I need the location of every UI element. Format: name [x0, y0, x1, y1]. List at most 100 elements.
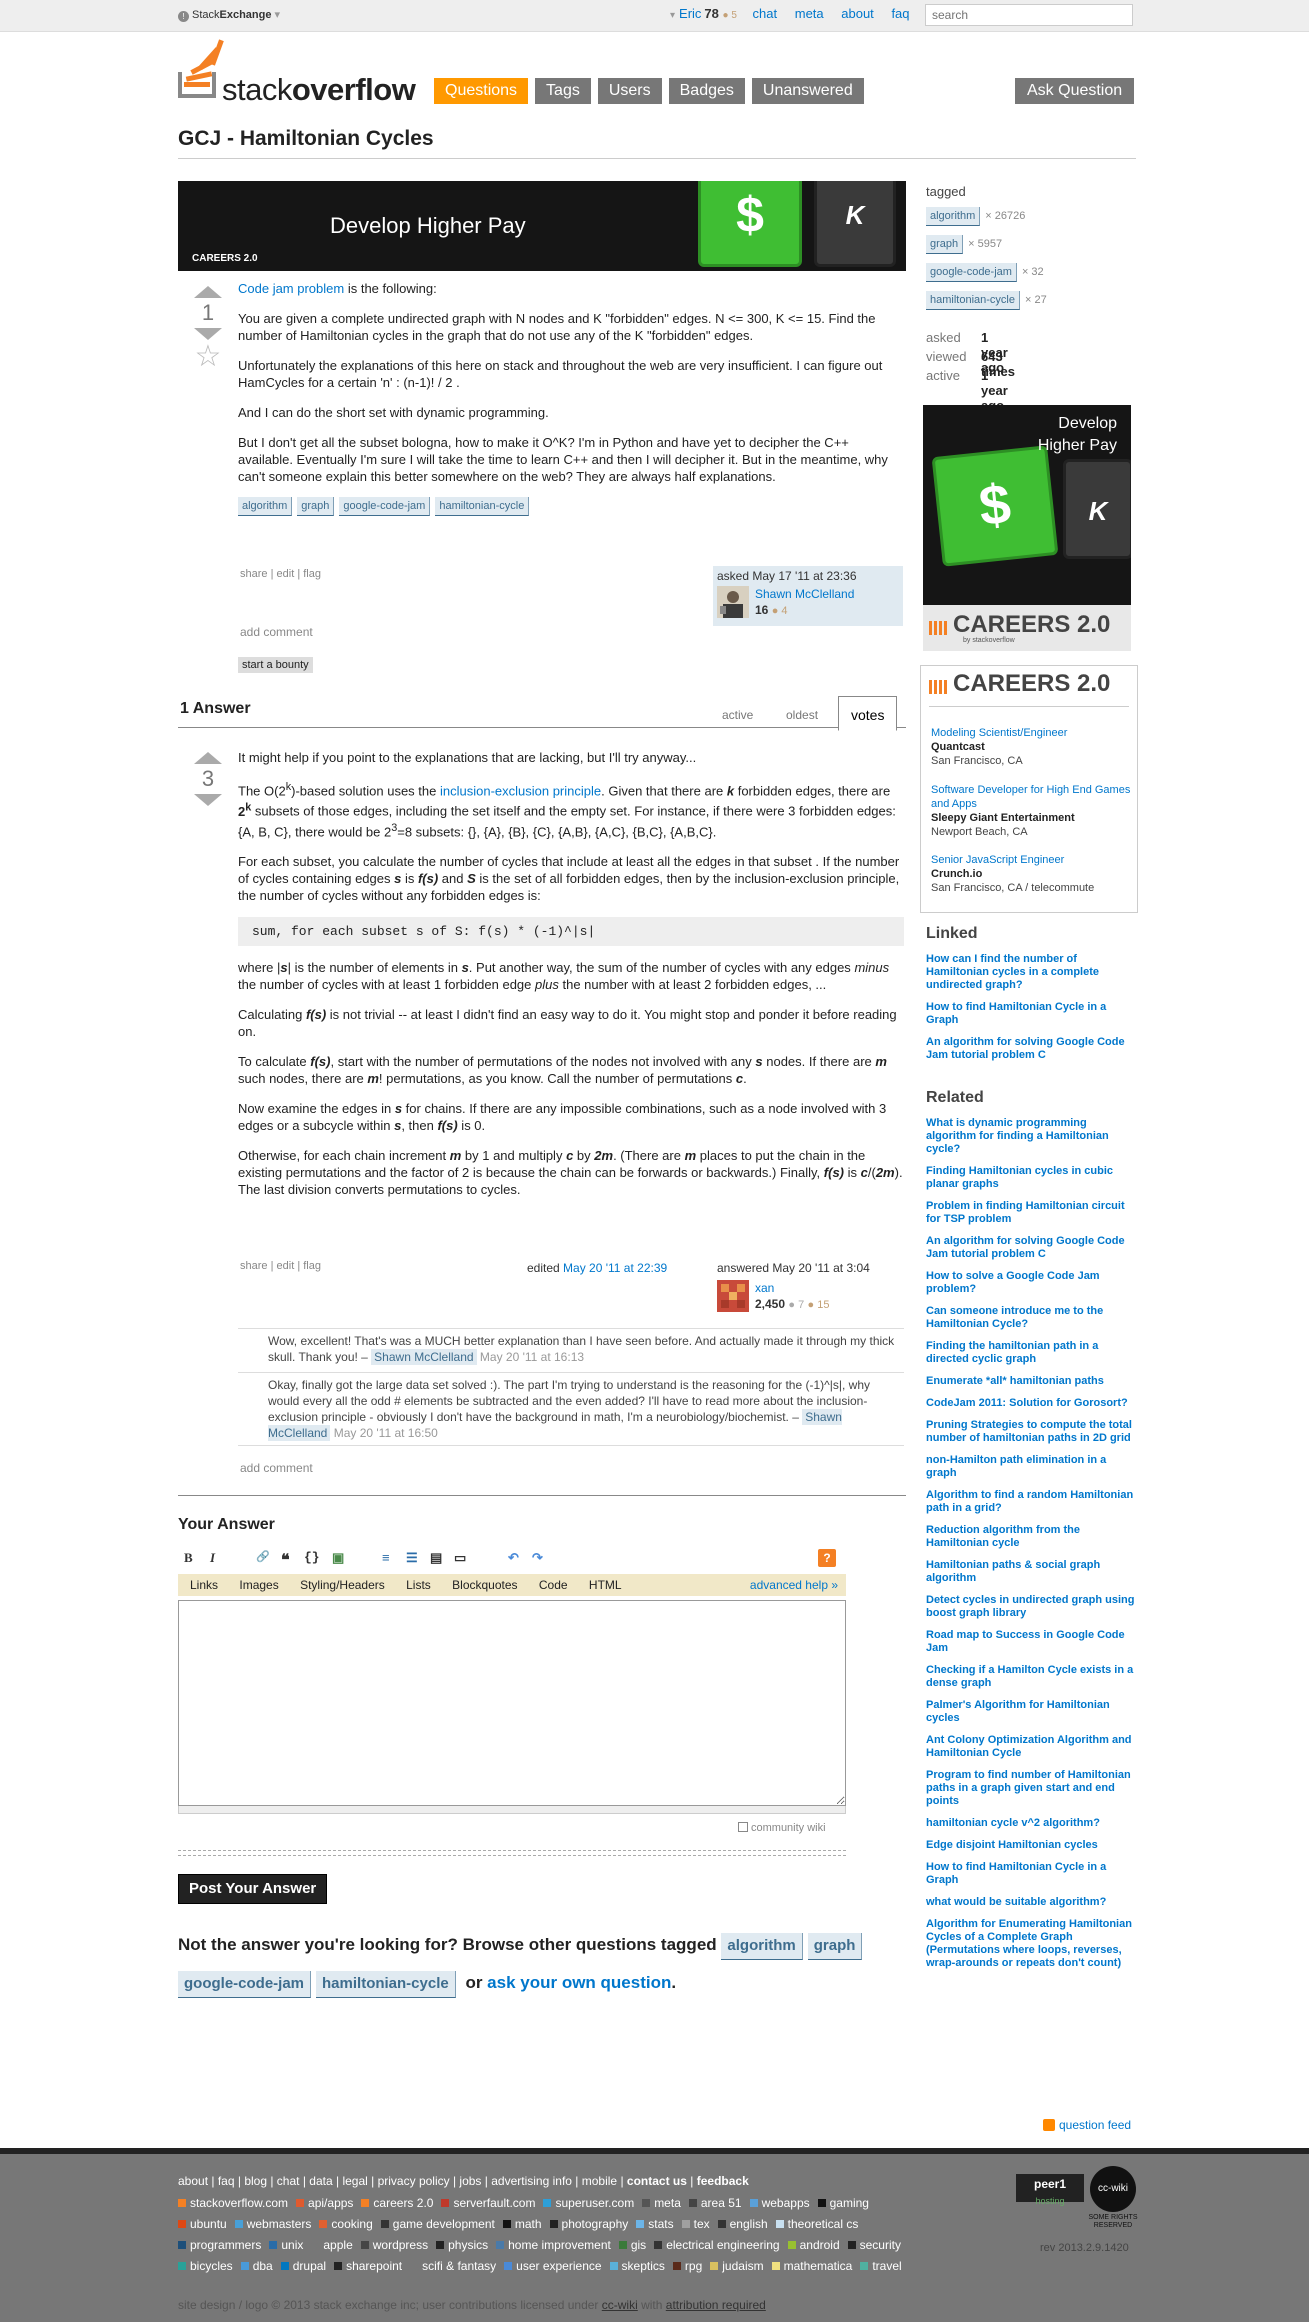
related-question-link[interactable]: How to solve a Google Code Jam problem? — [926, 1270, 1136, 1296]
related-question-link[interactable]: Hamiltonian paths & social graph algorit… — [926, 1559, 1136, 1585]
community-wiki-checkbox[interactable] — [738, 1822, 748, 1832]
footer-link-jobs[interactable]: jobs — [459, 2174, 481, 2188]
related-question-link[interactable]: Program to find number of Hamiltonian pa… — [926, 1769, 1136, 1808]
linked-question-link[interactable]: How can I find the number of Hamiltonian… — [926, 953, 1136, 992]
footer-site-link[interactable]: english — [717, 2217, 768, 2231]
page-title[interactable]: GCJ - Hamiltonian Cycles — [178, 127, 434, 151]
footer-site-link[interactable]: gis — [618, 2238, 646, 2252]
footer-site-link[interactable]: meta — [642, 2196, 681, 2210]
stackexchange-menu[interactable]: ! StackExchange ▾ — [178, 8, 280, 22]
footer-link-legal[interactable]: legal — [342, 2174, 367, 2188]
peer1-hosting-logo[interactable]: peer1 hosting — [1016, 2174, 1084, 2206]
footer-site-link[interactable]: android — [787, 2238, 840, 2252]
footer-site-link[interactable]: physics — [436, 2238, 488, 2252]
related-question-link[interactable]: Algorithm to find a random Hamiltonian p… — [926, 1489, 1136, 1515]
markdown-help-icon[interactable]: ? — [818, 1549, 836, 1567]
tag-google-code-jam[interactable]: google-code-jam — [339, 497, 431, 516]
user-link[interactable]: Eric — [679, 6, 701, 21]
start-bounty-button[interactable]: start a bounty — [238, 657, 313, 673]
related-question-link[interactable]: non-Hamilton path elimination in a graph — [926, 1454, 1136, 1480]
related-question-link[interactable]: Edge disjoint Hamiltonian cycles — [926, 1839, 1136, 1852]
image-icon[interactable]: ▣ — [332, 1550, 344, 1566]
help-blockquotes[interactable]: Blockquotes — [452, 1578, 517, 1592]
footer-site-link[interactable]: superuser.com — [543, 2196, 634, 2210]
sidebar-tag-algorithm[interactable]: algorithm — [926, 207, 981, 226]
related-question-link[interactable]: Finding the hamiltonian path in a direct… — [926, 1340, 1136, 1366]
footer-site-link[interactable]: sharepoint — [334, 2259, 402, 2273]
related-question-link[interactable]: Ant Colony Optimization Algorithm and Ha… — [926, 1734, 1136, 1760]
inclusion-exclusion-link[interactable]: inclusion-exclusion principle — [440, 783, 601, 798]
related-question-link[interactable]: An algorithm for solving Google Code Jam… — [926, 1235, 1136, 1261]
help-images[interactable]: Images — [239, 1578, 278, 1592]
footer-site-link[interactable]: photography — [549, 2217, 628, 2231]
footer-site-link[interactable]: api/apps — [296, 2196, 353, 2210]
nav-badges[interactable]: Badges — [668, 78, 745, 104]
blockquote-icon[interactable]: ❝ — [281, 1550, 290, 1570]
related-question-link[interactable]: what would be suitable algorithm? — [926, 1896, 1136, 1909]
linked-question-link[interactable]: An algorithm for solving Google Code Jam… — [926, 1036, 1136, 1062]
italic-button[interactable]: I — [210, 1550, 215, 1566]
footer-site-link[interactable]: stats — [636, 2217, 674, 2231]
related-question-link[interactable]: Palmer's Algorithm for Hamiltonian cycle… — [926, 1699, 1136, 1725]
footer-site-link[interactable]: programmers — [178, 2238, 261, 2252]
related-question-link[interactable]: Road map to Success in Google Code Jam — [926, 1629, 1136, 1655]
nav-tags[interactable]: Tags — [535, 78, 591, 104]
downvote-arrow-icon[interactable] — [194, 328, 222, 340]
nav-users[interactable]: Users — [597, 78, 662, 104]
tag-hamiltonian-cycle[interactable]: hamiltonian-cycle — [316, 1971, 456, 1998]
job-title-link[interactable]: Software Developer for High End Games an… — [931, 784, 1130, 810]
footer-link-faq[interactable]: faq — [218, 2174, 235, 2188]
hyperlink-icon[interactable]: 🔗 — [256, 1550, 270, 1563]
job-title-link[interactable]: Modeling Scientist/Engineer — [931, 727, 1067, 739]
community-wiki-option[interactable]: community wiki — [738, 1822, 826, 1834]
favorite-star-icon[interactable]: ☆ — [188, 340, 228, 374]
flag-link[interactable]: flag — [303, 1260, 321, 1272]
footer-link-about[interactable]: about — [178, 2174, 208, 2188]
tag-algorithm[interactable]: algorithm — [238, 497, 293, 516]
user-avatar[interactable] — [717, 586, 749, 618]
heading-icon[interactable]: ▤ — [430, 1550, 442, 1566]
footer-site-link[interactable]: mathematica — [771, 2259, 852, 2273]
related-question-link[interactable]: Reduction algorithm from the Hamiltonian… — [926, 1524, 1136, 1550]
footer-site-link[interactable]: judaism — [710, 2259, 764, 2273]
tag-google-code-jam[interactable]: google-code-jam — [178, 1971, 312, 1998]
help-links[interactable]: Links — [190, 1578, 218, 1592]
cc-wiki-badge-icon[interactable]: cc-wiki — [1090, 2166, 1136, 2212]
footer-site-link[interactable]: dba — [240, 2259, 273, 2273]
undo-icon[interactable]: ↶ — [508, 1550, 519, 1566]
related-question-link[interactable]: Detect cycles in undirected graph using … — [926, 1594, 1136, 1620]
job-listing[interactable]: Software Developer for High End Games an… — [931, 783, 1131, 839]
careers-banner-ad[interactable]: Develop Higher Pay CAREERS 2.0 $ K — [178, 181, 906, 271]
flag-link[interactable]: flag — [303, 568, 321, 580]
footer-link-contact[interactable]: contact us — [627, 2174, 687, 2188]
footer-link-data[interactable]: data — [309, 2174, 332, 2188]
footer-site-link[interactable]: apple — [311, 2238, 353, 2252]
sidebar-tag-hamiltonian-cycle[interactable]: hamiltonian-cycle — [926, 291, 1020, 310]
sidebar-tag-graph[interactable]: graph — [926, 235, 964, 254]
tag-algorithm[interactable]: algorithm — [721, 1933, 803, 1960]
comment-user-link[interactable]: Shawn McClelland — [371, 1349, 477, 1365]
footer-site-link[interactable]: travel — [860, 2259, 902, 2273]
footer-site-link[interactable]: webmasters — [234, 2217, 311, 2231]
question-add-comment-link[interactable]: add comment — [240, 625, 313, 639]
footer-site-link[interactable]: unix — [269, 2238, 303, 2252]
tab-active[interactable]: active — [712, 704, 763, 726]
user-avatar[interactable] — [717, 1280, 749, 1312]
faq-link[interactable]: faq — [891, 6, 909, 21]
tab-oldest[interactable]: oldest — [776, 704, 828, 726]
tag-graph[interactable]: graph — [297, 497, 335, 516]
footer-site-link[interactable]: serverfault.com — [441, 2196, 535, 2210]
footer-site-link[interactable]: home improvement — [496, 2238, 611, 2252]
post-answer-button[interactable]: Post Your Answer — [178, 1874, 328, 1904]
related-question-link[interactable]: Finding Hamiltonian cycles in cubic plan… — [926, 1165, 1136, 1191]
tag-hamiltonian-cycle[interactable]: hamiltonian-cycle — [435, 497, 530, 516]
related-question-link[interactable]: Enumerate *all* hamiltonian paths — [926, 1375, 1136, 1388]
footer-site-link[interactable]: user experience — [504, 2259, 602, 2273]
footer-link-privacy[interactable]: privacy policy — [378, 2174, 450, 2188]
footer-link-advertising[interactable]: advertising info — [491, 2174, 572, 2188]
help-html[interactable]: HTML — [589, 1578, 622, 1592]
question-feed-link[interactable]: question feed — [1043, 2118, 1131, 2132]
answer-add-comment-link[interactable]: add comment — [240, 1461, 313, 1475]
related-question-link[interactable]: Checking if a Hamilton Cycle exists in a… — [926, 1664, 1136, 1690]
search-input[interactable] — [925, 4, 1133, 26]
